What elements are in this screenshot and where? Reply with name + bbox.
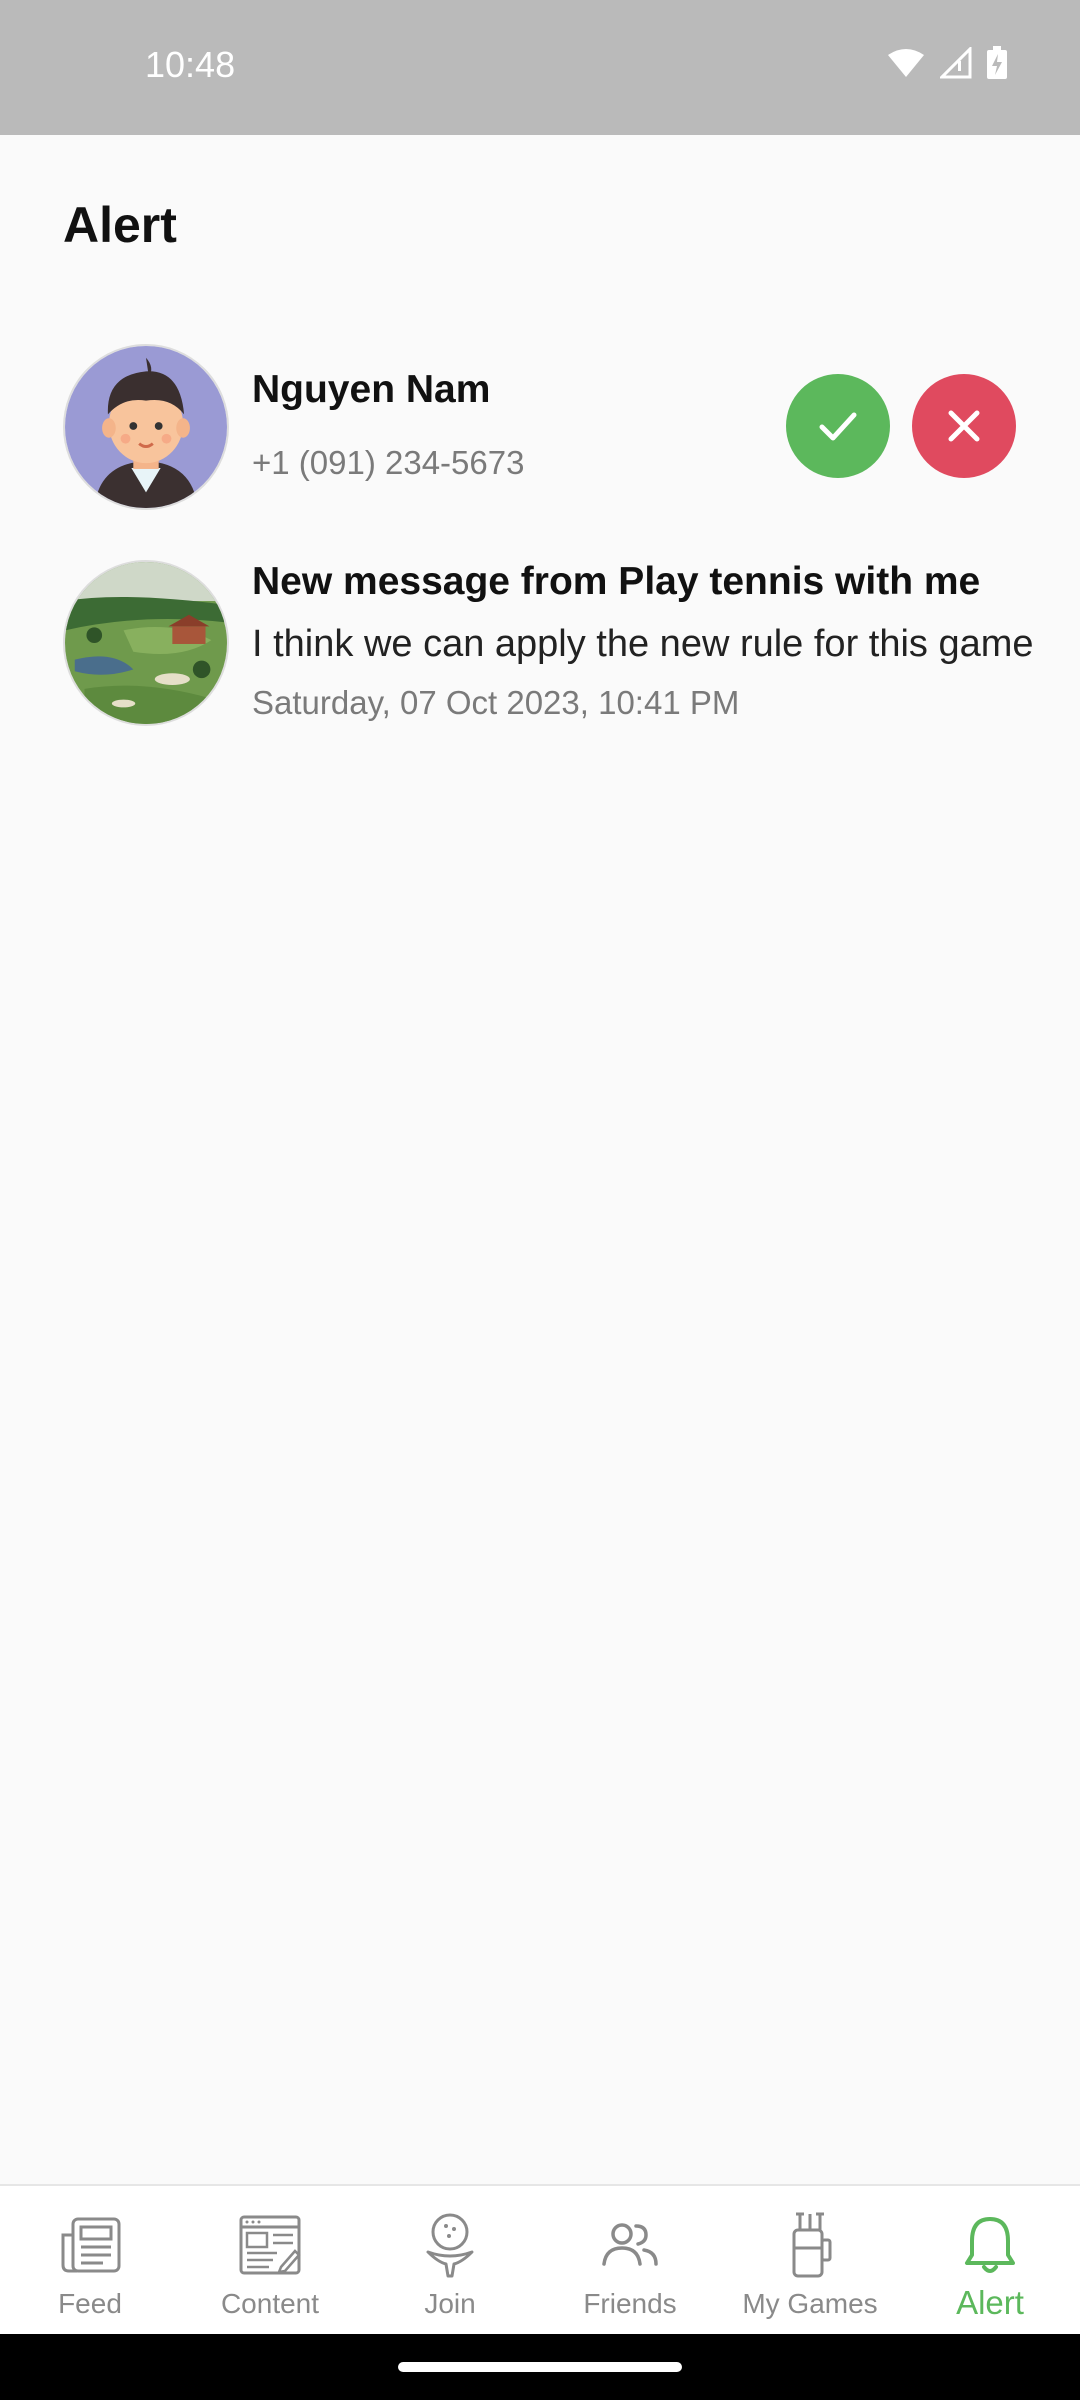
decline-button[interactable] <box>912 374 1016 478</box>
status-bar: 10:48 <box>0 0 1080 135</box>
tab-friends[interactable]: Friends <box>540 2186 720 2336</box>
battery-icon <box>987 46 1007 79</box>
bell-icon <box>955 2210 1025 2280</box>
bottom-tab-bar: Feed Content Join Friends My Games Alert <box>0 2184 1080 2336</box>
newspaper-icon <box>55 2210 125 2280</box>
page-title: Alert <box>63 197 177 253</box>
tab-label: Feed <box>58 2288 122 2319</box>
sender-phone: +1 (091) 234-5673 <box>252 444 525 481</box>
group-avatar[interactable] <box>63 560 229 726</box>
tab-my-games[interactable]: My Games <box>720 2186 900 2336</box>
message-timestamp: Saturday, 07 Oct 2023, 10:41 PM <box>252 684 740 721</box>
tab-content[interactable]: Content <box>180 2186 360 2336</box>
golf-course-image-icon <box>65 562 227 724</box>
check-icon <box>819 412 857 441</box>
user-avatar-icon <box>65 346 227 508</box>
tab-label: Join <box>424 2288 476 2319</box>
tab-label: My Games <box>742 2288 878 2319</box>
close-icon <box>948 410 980 442</box>
tab-label: Content <box>220 2288 320 2319</box>
tab-label: Alert <box>956 2284 1024 2321</box>
message-item[interactable]: New message from Play tennis with me I t… <box>0 560 1080 730</box>
status-time: 10:48 <box>145 44 236 85</box>
friend-request-item[interactable]: Nguyen Nam +1 (091) 234-5673 <box>0 344 1080 514</box>
people-icon <box>595 2210 665 2280</box>
tab-alert[interactable]: Alert <box>900 2186 1080 2336</box>
golf-bag-icon <box>775 2210 845 2280</box>
wifi-icon <box>888 49 924 77</box>
accept-button[interactable] <box>786 374 890 478</box>
avatar[interactable] <box>63 344 229 510</box>
tab-feed[interactable]: Feed <box>0 2186 180 2336</box>
signal-icon <box>940 47 972 79</box>
message-title: New message from Play tennis with me <box>252 560 981 603</box>
tab-join[interactable]: Join <box>360 2186 540 2336</box>
article-icon <box>235 2210 305 2280</box>
message-preview: I think we can apply the new rule for th… <box>252 623 1034 665</box>
status-icons <box>886 46 1008 80</box>
tab-label: Friends <box>583 2288 677 2319</box>
home-indicator[interactable] <box>398 2362 682 2372</box>
sender-name: Nguyen Nam <box>252 368 491 411</box>
golf-tee-icon <box>415 2210 485 2280</box>
